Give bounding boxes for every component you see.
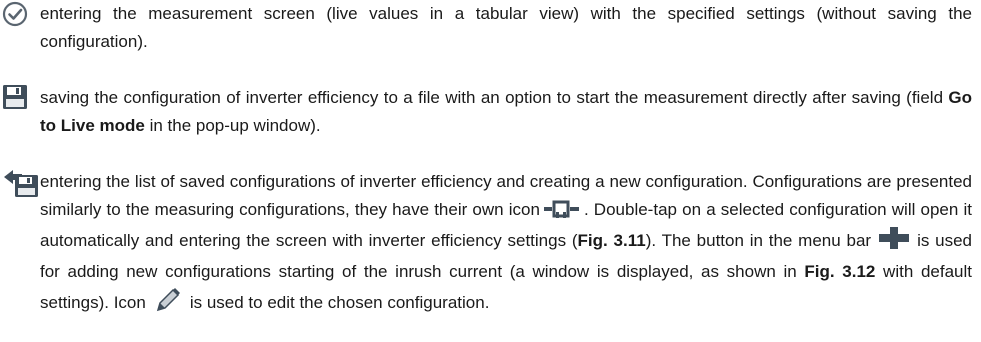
fig-3-11-ref: Fig. 3.11 [577,231,646,250]
item-save-description: saving the configuration of inverter eff… [40,88,972,135]
fig-3-12-ref: Fig. 3.12 [804,262,876,281]
checkmark-circle-icon [2,1,28,32]
back-arrow-save-icon [2,168,40,203]
floppy-disk-save-icon [2,84,28,115]
item-configurations-description: entering the list of saved configuration… [40,168,972,323]
configuration-icon [543,199,580,227]
plus-icon [879,227,910,258]
document-page: entering the measurement screen (live va… [0,0,981,342]
item-check-description: entering the measurement screen (live va… [40,4,972,51]
pencil-icon [154,286,182,323]
